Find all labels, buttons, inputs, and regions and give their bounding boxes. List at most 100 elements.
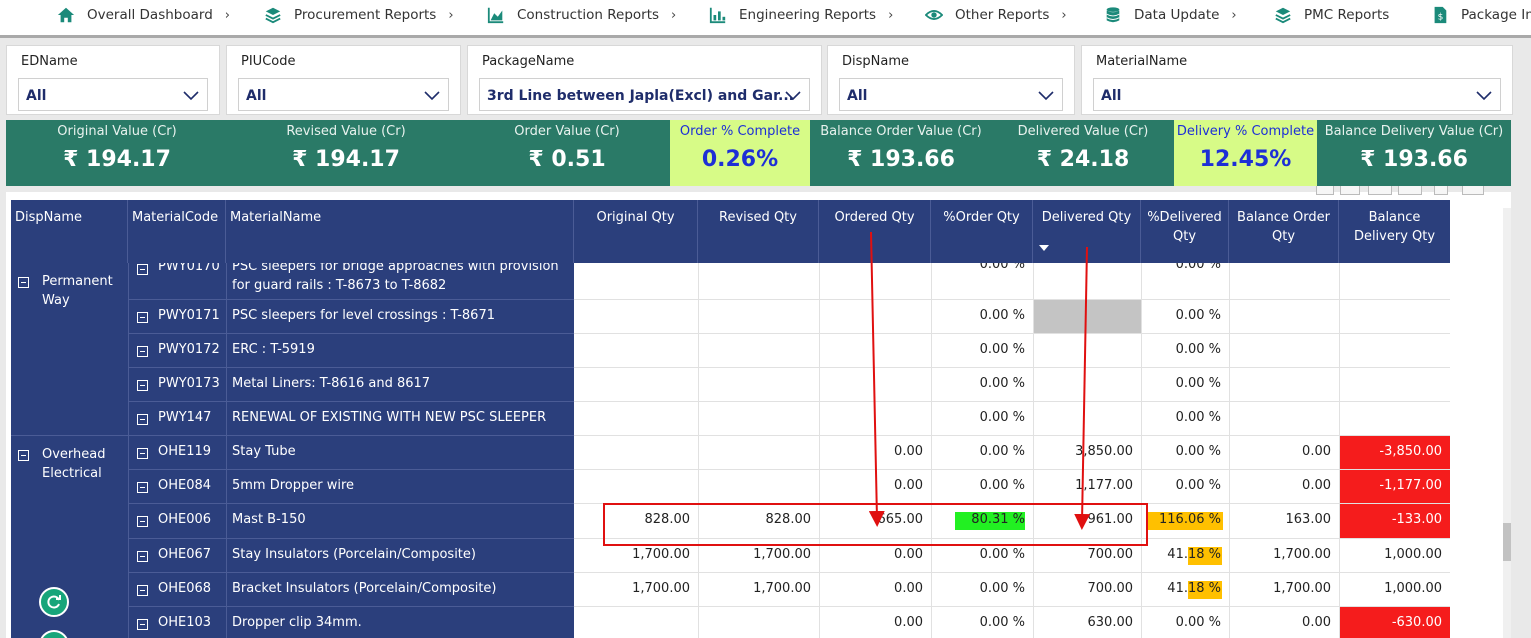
edname-dropdown[interactable]: All [18, 78, 208, 111]
nav-other-reports[interactable]: Other Reports › [925, 0, 1067, 30]
document-dollar-icon: $ [1434, 6, 1447, 24]
row-divider [574, 503, 1450, 504]
collapse-icon[interactable] [18, 277, 29, 288]
filter-edname: EDName All [6, 45, 220, 115]
svg-text:$: $ [1438, 13, 1444, 23]
filter-materialname: MaterialName All [1081, 45, 1513, 115]
kpi-delivery-complete: Delivery % Complete 12.45% [1174, 120, 1317, 186]
dispname-dropdown[interactable]: All [839, 78, 1063, 111]
col-revised-qty[interactable]: Revised Qty [698, 200, 819, 263]
dropdown-value: All [847, 88, 868, 104]
cell-ord: 0.00 [894, 615, 923, 630]
database-icon [1106, 7, 1120, 23]
nav-construction-reports[interactable]: Construction Reports › [487, 0, 676, 30]
chevron-down-icon [183, 91, 199, 101]
group-divider [11, 435, 128, 436]
collapse-icon[interactable] [137, 585, 148, 596]
toolbar-button[interactable] [1340, 186, 1360, 195]
nav-overall-dashboard[interactable]: Overall Dashboard › [57, 0, 230, 30]
col-original-qty[interactable]: Original Qty [574, 200, 698, 263]
collapse-icon[interactable] [137, 551, 148, 562]
kpi-value: ₹ 24.18 [1036, 147, 1130, 172]
kpi-value: ₹ 194.17 [63, 147, 171, 172]
nav-package-inv[interactable]: $ Package Inv [1431, 0, 1531, 30]
filter-dispname: DispName All [827, 45, 1075, 115]
col-materialname[interactable]: MaterialName [226, 200, 574, 263]
data-table: DispName MaterialCode MaterialName Origi… [6, 192, 1511, 638]
material-code: PWY147 [158, 410, 212, 425]
cell-bord: 0.00 [1302, 444, 1331, 459]
collapse-icon[interactable] [137, 346, 148, 357]
toolbar-button[interactable] [1434, 186, 1448, 195]
collapse-icon[interactable] [137, 619, 148, 630]
collapse-icon[interactable] [137, 264, 148, 275]
col-ordered-qty[interactable]: Ordered Qty [819, 200, 931, 263]
cell-ord: 0.00 [894, 581, 923, 596]
material-name: PSC sleepers for bridge approaches with … [232, 263, 559, 293]
col-divider [1033, 263, 1034, 638]
cell-pord: 0.00 % [979, 410, 1025, 425]
cell-pord: 0.00 % [979, 342, 1025, 357]
kpi-revised-value: Revised Value (Cr) ₹ 194.17 [228, 120, 464, 186]
col-dispname[interactable]: DispName [11, 200, 128, 263]
col-balance-delivery-qty[interactable]: Balance Delivery Qty [1339, 200, 1450, 263]
nav-procurement-reports[interactable]: Procurement Reports › [264, 0, 454, 30]
material-code: OHE067 [158, 547, 212, 562]
collapse-icon[interactable] [137, 312, 148, 323]
toolbar-button[interactable] [1316, 186, 1334, 195]
collapse-icon[interactable] [137, 516, 148, 527]
cell-pord: 0.00 % [979, 376, 1025, 391]
material-name: PSC sleepers for level crossings : T-867… [232, 308, 495, 323]
eye-icon [925, 10, 943, 20]
nav-pmc-reports[interactable]: PMC Reports [1274, 0, 1389, 30]
collapse-icon[interactable] [137, 380, 148, 391]
cell-rev: 1,700.00 [753, 581, 811, 596]
col-materialcode[interactable]: MaterialCode [128, 200, 226, 263]
col-delivered-percent[interactable]: %Delivered Qty [1141, 200, 1229, 263]
cell-bord: 1,700.00 [1273, 581, 1331, 596]
piucode-dropdown[interactable]: All [238, 78, 449, 111]
row-divider [574, 401, 1450, 402]
material-code: OHE006 [158, 512, 212, 527]
collapse-icon[interactable] [137, 448, 148, 459]
cell-ord: 0.00 [894, 547, 923, 562]
kpi-order-complete: Order % Complete 0.26% [670, 120, 810, 186]
cell-pdel: 0.00 % [1175, 444, 1221, 459]
toolbar-button[interactable] [1368, 186, 1392, 195]
material-code: PWY0171 [158, 308, 220, 323]
filter-piucode: PIUCode All [226, 45, 461, 115]
nav-label: PMC Reports [1304, 7, 1390, 23]
toolbar-button[interactable] [1398, 186, 1422, 195]
col-order-percent[interactable]: %Order Qty [931, 200, 1033, 263]
col-balance-order-qty[interactable]: Balance Order Qty [1229, 200, 1339, 263]
vertical-scrollbar[interactable] [1503, 208, 1511, 638]
nav-engineering-reports[interactable]: Engineering Reports › [709, 0, 893, 30]
materialname-dropdown[interactable]: All [1093, 78, 1501, 111]
collapse-icon[interactable] [18, 450, 29, 461]
scrollbar-thumb[interactable] [1503, 523, 1511, 561]
nav-label: Overall Dashboard [87, 7, 213, 23]
filter-label: EDName [21, 54, 78, 69]
refresh-button[interactable] [39, 587, 69, 617]
cell-pord: 0.00 % [979, 615, 1025, 630]
packagename-dropdown[interactable]: 3rd Line between Japla(Excl) and Gar... [479, 78, 810, 111]
toolbar-button[interactable] [1462, 186, 1484, 195]
material-code: PWY0170 [158, 263, 220, 274]
kpi-value: ₹ 0.51 [528, 147, 606, 172]
row-divider [128, 469, 574, 470]
cell-bord: 0.00 [1302, 478, 1331, 493]
cell-del: 3,850.00 [1075, 444, 1133, 459]
group-permanent-way: Permanent Way [42, 274, 113, 308]
material-name: Mast B-150 [232, 512, 306, 527]
cell-bord: 1,700.00 [1273, 547, 1331, 562]
col-divider [819, 263, 820, 638]
cell-bdel: -630.00 [1391, 615, 1442, 630]
col-delivered-qty[interactable]: Delivered Qty [1033, 200, 1141, 263]
cell-orig: 1,700.00 [632, 547, 690, 562]
nav-data-update[interactable]: Data Update › [1104, 0, 1237, 30]
area-chart-icon [487, 7, 504, 24]
material-name: Metal Liners: T-8616 and 8617 [232, 376, 431, 391]
collapse-icon[interactable] [137, 414, 148, 425]
kpi-value: 12.45% [1199, 147, 1292, 172]
collapse-icon[interactable] [137, 482, 148, 493]
